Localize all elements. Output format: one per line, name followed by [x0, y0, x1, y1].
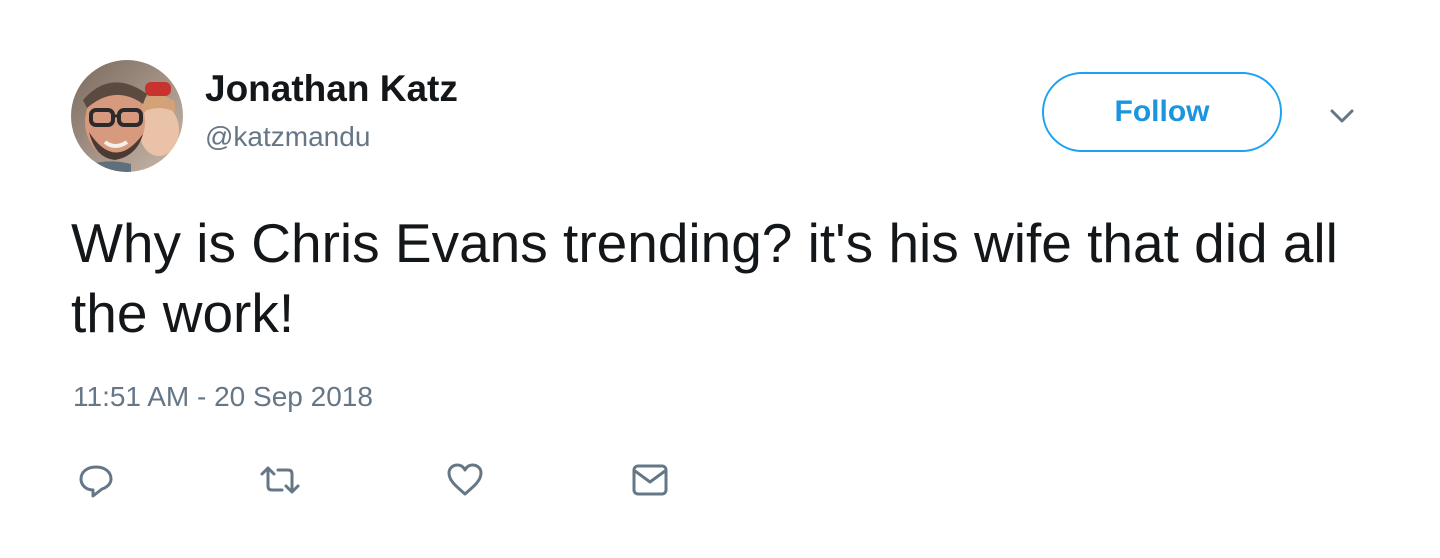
chevron-down-icon[interactable] — [1326, 104, 1358, 128]
reply-icon[interactable] — [76, 460, 116, 500]
author-handle[interactable]: @katzmandu — [205, 121, 370, 153]
avatar[interactable] — [71, 60, 183, 172]
follow-button[interactable]: Follow — [1042, 72, 1282, 152]
author-display-name[interactable]: Jonathan Katz — [205, 68, 458, 110]
retweet-icon[interactable] — [258, 460, 300, 500]
follow-button-label: Follow — [1114, 95, 1210, 128]
tweet-timestamp[interactable]: 11:51 AM - 20 Sep 2018 — [73, 381, 373, 413]
tweet-card: Jonathan Katz @katzmandu Follow Why is C… — [0, 0, 1440, 558]
direct-message-icon[interactable] — [630, 460, 670, 500]
like-icon[interactable] — [445, 460, 485, 500]
tweet-text: Why is Chris Evans trending? it's his wi… — [71, 212, 1338, 344]
